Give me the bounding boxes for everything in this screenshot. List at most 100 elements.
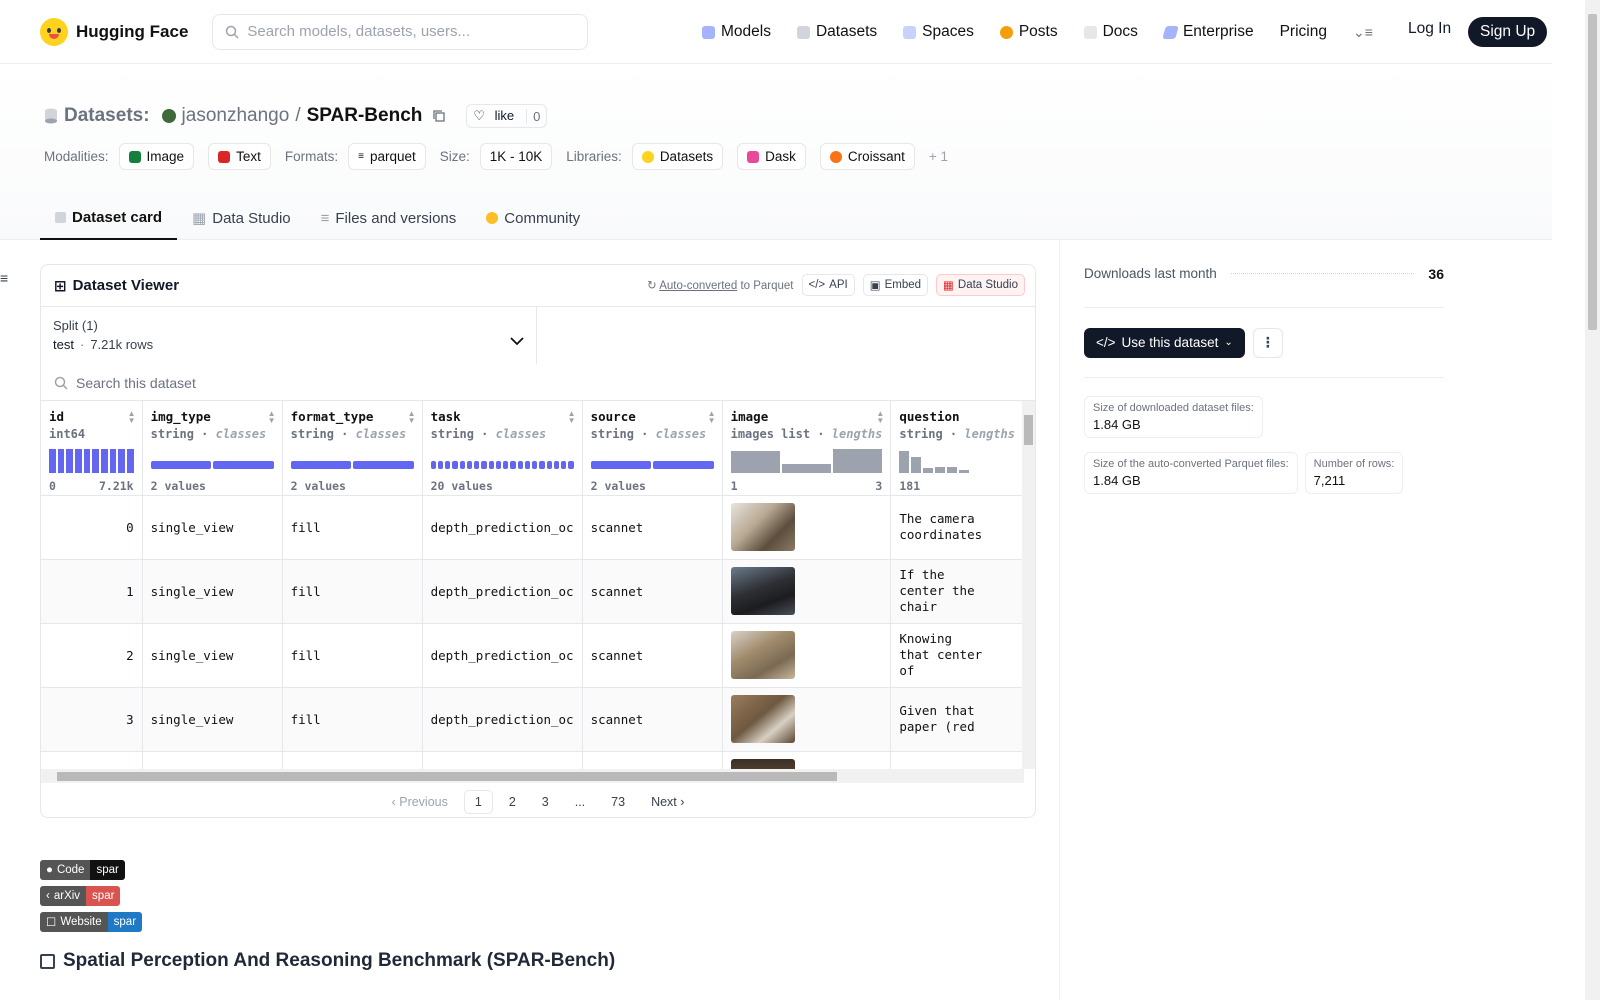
histogram-bar[interactable]: [109, 449, 117, 473]
nav-datasets[interactable]: Datasets: [796, 23, 877, 41]
histogram-bar[interactable]: [74, 449, 82, 473]
column-header-question[interactable]: question string · lengths 181: [890, 401, 1024, 496]
table-vertical-scrollbar[interactable]: [1022, 401, 1035, 769]
cell-id[interactable]: 0: [41, 495, 143, 560]
data-studio-button[interactable]: ▦ Data Studio: [936, 274, 1025, 296]
api-button[interactable]: </> API: [801, 274, 855, 296]
cell-image[interactable]: [722, 559, 892, 624]
histogram-bar[interactable]: [100, 449, 108, 473]
class-segment[interactable]: [481, 461, 487, 469]
histogram-bar[interactable]: [92, 449, 99, 473]
cell-source[interactable]: scannet: [582, 687, 723, 752]
page-scrollbar[interactable]: [1585, 0, 1600, 1000]
cell-format-type[interactable]: fill: [282, 623, 423, 688]
class-segment[interactable]: [553, 461, 560, 469]
tab-dataset-card[interactable]: Dataset card: [40, 196, 178, 240]
cell-question[interactable]: [890, 751, 1024, 769]
more-libraries[interactable]: + 1: [929, 149, 948, 164]
cell-task[interactable]: depth_prediction_oc: [422, 559, 583, 624]
histogram-bar[interactable]: [118, 449, 125, 473]
image-thumbnail[interactable]: [730, 503, 795, 551]
tab-files-and-versions[interactable]: ≡ Files and versions: [306, 196, 472, 240]
sort-icon[interactable]: ▲ ▼: [568, 410, 576, 425]
cell-img-type[interactable]: single_view: [142, 495, 283, 560]
cell-image[interactable]: [722, 751, 892, 769]
class-segment[interactable]: [437, 461, 444, 469]
table-row[interactable]: 3 single_view fill depth_prediction_oc s…: [41, 687, 1024, 752]
histogram-bar[interactable]: [923, 468, 934, 473]
login-link[interactable]: Log In: [1408, 20, 1451, 38]
class-segment[interactable]: [459, 461, 465, 469]
cell-id[interactable]: 1: [41, 559, 143, 624]
signup-button[interactable]: Sign Up: [1468, 17, 1548, 47]
nav-spaces[interactable]: Spaces: [903, 23, 974, 41]
brand-logo[interactable]: Hugging Face: [40, 17, 188, 46]
cell-id[interactable]: 2: [41, 623, 143, 688]
page-button-2[interactable]: 2: [499, 791, 526, 813]
nav-pricing[interactable]: Pricing: [1280, 23, 1327, 41]
cell-task[interactable]: depth_prediction_oc: [422, 623, 583, 688]
breadcrumb-owner[interactable]: jasonzhango: [182, 105, 290, 127]
table-horizontal-scrollbar[interactable]: [41, 769, 1024, 783]
previous-page-button[interactable]: ‹ Previous: [382, 791, 458, 813]
use-this-dataset-button[interactable]: </> Use this dataset ⌄: [1084, 327, 1245, 358]
page-button-last[interactable]: 73: [601, 791, 635, 813]
page-button-3[interactable]: 3: [532, 791, 559, 813]
dataset-search-input[interactable]: Search this dataset: [41, 365, 1035, 401]
cell-id[interactable]: [41, 751, 143, 769]
column-header-img-type[interactable]: img_type string · classes ▲ ▼ 2 values: [142, 401, 283, 496]
tag-library-croissant[interactable]: Croissant: [819, 143, 915, 170]
cell-source[interactable]: scannet: [582, 559, 723, 624]
cell-format-type[interactable]: [282, 751, 423, 769]
sort-icon[interactable]: ▲ ▼: [128, 410, 136, 425]
cell-img-type[interactable]: single_view: [142, 687, 283, 752]
table-row[interactable]: [41, 751, 1024, 769]
histogram-bar[interactable]: [66, 449, 73, 473]
tag-format-parquet[interactable]: ≡ parquet: [348, 143, 426, 170]
image-thumbnail[interactable]: [730, 567, 795, 615]
cell-image[interactable]: [722, 687, 892, 752]
column-header-image[interactable]: image images list · lengths ▲ ▼ 13: [722, 401, 892, 496]
histogram-bar[interactable]: [730, 451, 780, 473]
class-segment[interactable]: [452, 461, 458, 469]
cell-source[interactable]: scannet: [582, 495, 723, 560]
more-menu-icon[interactable]: ⌄≡: [1353, 24, 1373, 41]
cell-id[interactable]: 3: [41, 687, 143, 752]
cell-format-type[interactable]: fill: [282, 559, 423, 624]
sort-icon[interactable]: ▲ ▼: [708, 410, 716, 425]
sidebar-toggle-icon[interactable]: ≡: [0, 270, 8, 286]
cell-question[interactable]: The camera coordinates: [890, 495, 1024, 560]
tab-community[interactable]: Community: [471, 196, 595, 240]
cell-img-type[interactable]: single_view: [142, 559, 283, 624]
column-header-id[interactable]: id int64 ▲ ▼ 0 7.21k: [41, 401, 143, 496]
cell-task[interactable]: depth_prediction_oc: [422, 495, 583, 560]
cell-image[interactable]: [722, 623, 892, 688]
page-button-1[interactable]: 1: [463, 790, 493, 814]
table-row[interactable]: 2 single_view fill depth_prediction_oc s…: [41, 623, 1024, 688]
tag-library-datasets[interactable]: Datasets: [631, 143, 724, 170]
page-scroll-thumb[interactable]: [1588, 14, 1597, 330]
image-thumbnail[interactable]: [730, 695, 795, 743]
cell-question[interactable]: Given that paper (red: [890, 687, 1024, 752]
histogram-bar[interactable]: [57, 449, 65, 473]
class-segment[interactable]: [546, 461, 552, 469]
class-segment[interactable]: [568, 461, 574, 469]
sort-icon[interactable]: ▲ ▼: [408, 410, 416, 425]
sort-icon[interactable]: ▲ ▼: [876, 410, 884, 425]
tag-modality-image[interactable]: Image: [118, 143, 195, 170]
class-segment[interactable]: [532, 461, 538, 469]
histogram-bar[interactable]: [126, 449, 134, 473]
histogram-bar[interactable]: [935, 467, 946, 473]
tag-modality-text[interactable]: Text: [208, 143, 271, 170]
histogram-bar[interactable]: [49, 449, 56, 473]
cell-question[interactable]: If the center the chair: [890, 559, 1024, 624]
class-segment[interactable]: [653, 461, 714, 469]
global-search-input[interactable]: Search models, datasets, users...: [212, 13, 589, 50]
column-header-task[interactable]: task string · classes ▲ ▼ 20 values: [422, 401, 583, 496]
column-header-format-type[interactable]: format_type string · classes ▲ ▼ 2 values: [282, 401, 423, 496]
split-selector[interactable]: Split (1) test · 7.21k rows: [41, 307, 537, 364]
scroll-thumb[interactable]: [57, 772, 837, 781]
cell-source[interactable]: [582, 751, 723, 769]
nav-posts[interactable]: Posts: [999, 23, 1058, 41]
histogram-bar[interactable]: [947, 467, 958, 473]
